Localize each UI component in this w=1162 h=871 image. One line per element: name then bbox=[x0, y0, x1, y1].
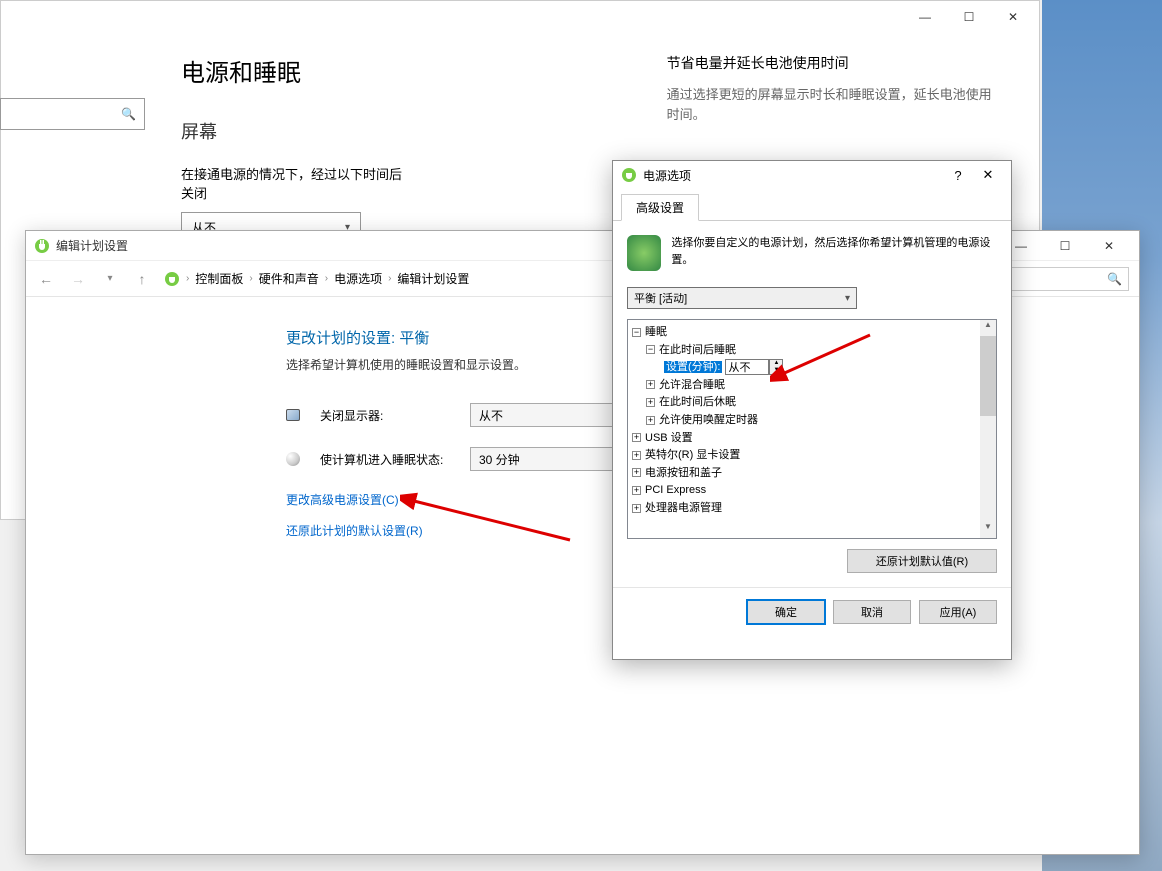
setting-label: 设置(分钟): bbox=[664, 361, 722, 373]
tab-strip: 高级设置 bbox=[613, 189, 1011, 221]
scrollbar-thumb[interactable] bbox=[980, 336, 996, 416]
search-icon: 🔍 bbox=[1107, 272, 1122, 286]
power-options-titlebar: 电源选项 ? ✕ bbox=[613, 161, 1011, 189]
tree-item-cpu[interactable]: +处理器电源管理 bbox=[632, 500, 992, 518]
spinner-down-icon[interactable]: ▼ bbox=[770, 367, 782, 374]
power-plug-icon bbox=[621, 167, 637, 183]
tree-item-sleep[interactable]: −睡眠 bbox=[632, 324, 992, 342]
expand-icon[interactable]: + bbox=[632, 504, 641, 513]
spinner-up-icon[interactable]: ▲ bbox=[770, 360, 782, 367]
close-button[interactable]: ✕ bbox=[991, 3, 1035, 31]
tree-item-setting-value[interactable]: 设置(分钟): 从不▲▼ bbox=[632, 359, 992, 377]
power-plug-icon bbox=[164, 271, 180, 287]
close-button[interactable]: ✕ bbox=[973, 167, 1003, 183]
tips-text: 通过选择更短的屏幕显示时长和睡眠设置，延长电池使用时间。 bbox=[667, 85, 999, 124]
expand-icon[interactable]: + bbox=[646, 380, 655, 389]
power-plug-icon bbox=[34, 238, 50, 254]
chevron-right-icon: › bbox=[186, 273, 189, 284]
tree-item-pci[interactable]: +PCI Express bbox=[632, 482, 992, 500]
tab-advanced[interactable]: 高级设置 bbox=[621, 194, 699, 221]
screen-off-label: 在接通电源的情况下，经过以下时间后关闭 bbox=[181, 164, 407, 202]
chevron-down-icon: ▾ bbox=[845, 293, 850, 304]
moon-icon bbox=[286, 452, 300, 466]
expand-icon[interactable]: + bbox=[632, 486, 641, 495]
expand-icon[interactable]: + bbox=[632, 468, 641, 477]
setting-value-input[interactable]: 从不 bbox=[725, 359, 769, 375]
power-options-title: 电源选项 bbox=[643, 167, 691, 184]
settings-page-title: 电源和睡眠 bbox=[181, 53, 407, 88]
plan-select[interactable]: 平衡 [活动] ▾ bbox=[627, 287, 857, 309]
search-icon: 🔍 bbox=[121, 107, 136, 121]
display-off-value: 从不 bbox=[479, 407, 503, 424]
screen-heading: 屏幕 bbox=[181, 118, 407, 144]
monitor-icon bbox=[286, 409, 300, 421]
scroll-down-icon[interactable]: ▼ bbox=[980, 522, 996, 538]
tree-item-wake-timers[interactable]: +允许使用唤醒定时器 bbox=[632, 412, 992, 430]
display-off-label: 关闭显示器: bbox=[320, 407, 450, 424]
help-button[interactable]: ? bbox=[943, 168, 973, 183]
expand-icon[interactable]: + bbox=[632, 451, 641, 460]
breadcrumb-item[interactable]: 硬件和声音 bbox=[259, 270, 319, 287]
back-button[interactable]: ← bbox=[36, 271, 56, 287]
minimize-button[interactable]: — bbox=[903, 3, 947, 31]
tree-item-sleep-after[interactable]: −在此时间后睡眠 bbox=[632, 342, 992, 360]
collapse-icon[interactable]: − bbox=[646, 345, 655, 354]
expand-icon[interactable]: + bbox=[646, 398, 655, 407]
tree-item-intel-gfx[interactable]: +英特尔(R) 显卡设置 bbox=[632, 447, 992, 465]
scroll-up-icon[interactable]: ▲ bbox=[980, 320, 996, 336]
dialog-footer: 确定 取消 应用(A) bbox=[613, 587, 1011, 636]
settings-titlebar: — ☐ ✕ bbox=[1, 1, 1039, 33]
tree-scrollbar[interactable]: ▲ ▼ bbox=[980, 320, 996, 538]
edit-plan-title: 编辑计划设置 bbox=[56, 237, 128, 254]
tips-heading: 节省电量并延长电池使用时间 bbox=[667, 53, 999, 73]
maximize-button[interactable]: ☐ bbox=[1043, 232, 1087, 260]
close-button[interactable]: ✕ bbox=[1087, 232, 1131, 260]
expand-icon[interactable]: + bbox=[632, 433, 641, 442]
recent-dropdown[interactable]: ▾ bbox=[100, 273, 120, 284]
collapse-icon[interactable]: − bbox=[632, 328, 641, 337]
tree-item-hybrid[interactable]: +允许混合睡眠 bbox=[632, 377, 992, 395]
chevron-right-icon: › bbox=[388, 273, 391, 284]
power-plan-icon bbox=[627, 235, 661, 271]
forward-button[interactable]: → bbox=[68, 271, 88, 287]
restore-plan-defaults-button[interactable]: 还原计划默认值(R) bbox=[847, 549, 997, 573]
search-input[interactable]: 🔍 bbox=[0, 98, 145, 130]
apply-button[interactable]: 应用(A) bbox=[919, 600, 997, 624]
chevron-right-icon: › bbox=[249, 273, 252, 284]
up-button[interactable]: ↑ bbox=[132, 271, 152, 287]
spinner-buttons[interactable]: ▲▼ bbox=[769, 359, 783, 375]
ok-button[interactable]: 确定 bbox=[747, 600, 825, 624]
tree-item-usb[interactable]: +USB 设置 bbox=[632, 430, 992, 448]
plan-select-value: 平衡 [活动] bbox=[634, 290, 687, 306]
sleep-value: 30 分钟 bbox=[479, 451, 520, 468]
power-options-dialog: 电源选项 ? ✕ 高级设置 选择你要自定义的电源计划，然后选择你希望计算机管理的… bbox=[612, 160, 1012, 660]
settings-tree: −睡眠 −在此时间后睡眠 设置(分钟): 从不▲▼ +允许混合睡眠 +在此时间后… bbox=[627, 319, 997, 539]
sleep-label: 使计算机进入睡眠状态: bbox=[320, 451, 450, 468]
chevron-right-icon: › bbox=[325, 273, 328, 284]
breadcrumb-item[interactable]: 编辑计划设置 bbox=[397, 270, 469, 287]
breadcrumb-item[interactable]: 电源选项 bbox=[334, 270, 382, 287]
cancel-button[interactable]: 取消 bbox=[833, 600, 911, 624]
dialog-intro-text: 选择你要自定义的电源计划，然后选择你希望计算机管理的电源设置。 bbox=[671, 235, 997, 268]
tree-item-hibernate-after[interactable]: +在此时间后休眠 bbox=[632, 394, 992, 412]
maximize-button[interactable]: ☐ bbox=[947, 3, 991, 31]
expand-icon[interactable]: + bbox=[646, 416, 655, 425]
tree-item-power-buttons[interactable]: +电源按钮和盖子 bbox=[632, 465, 992, 483]
breadcrumb-item[interactable]: 控制面板 bbox=[195, 270, 243, 287]
